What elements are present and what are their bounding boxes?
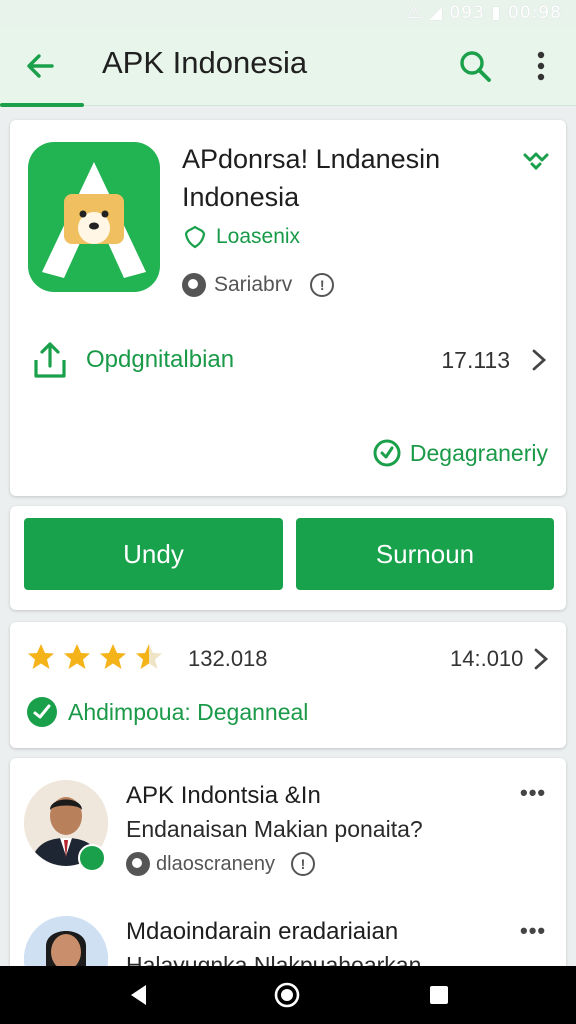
rating-card: 132.018 14:.010 Ahdimpoua: Deganneal xyxy=(10,622,566,748)
chevron-right-icon[interactable] xyxy=(528,345,550,375)
verified-icon xyxy=(78,844,106,872)
shield-check-icon xyxy=(373,439,401,467)
app-name-line2: Indonesia xyxy=(182,182,300,212)
rating-count: 132.018 xyxy=(188,646,268,671)
category-icon xyxy=(182,273,206,297)
nav-home-icon[interactable] xyxy=(272,980,302,1010)
category-row: Sariabrv ! xyxy=(182,270,335,300)
review-more-button[interactable]: ••• xyxy=(520,918,546,944)
star-half-icon xyxy=(136,644,162,669)
category-icon xyxy=(126,852,150,876)
upload-icon xyxy=(34,342,66,378)
page-title: APK Indonesia xyxy=(102,45,308,80)
nav-recent-icon[interactable] xyxy=(424,980,454,1010)
badge-icon xyxy=(184,225,206,249)
app-icon[interactable] xyxy=(28,142,160,292)
review-text: Endanaisan Makian ponaita? xyxy=(126,816,423,842)
app-header-card: APdonrsa! Lndanesin Indonesia Loasenix S… xyxy=(10,120,566,496)
developer-name: Loasenix xyxy=(216,225,301,248)
star-icon xyxy=(100,644,126,669)
status-icons: ⚠ ◢ 093 ▮ 00:98 xyxy=(406,3,562,23)
verified-badge-icon xyxy=(27,697,57,727)
search-icon[interactable] xyxy=(455,46,495,86)
app-bar: APK Indonesia xyxy=(0,26,576,107)
safety-label: Degagraneriy xyxy=(409,439,548,466)
safety-row[interactable]: Degagraneriy xyxy=(372,436,548,470)
app-name-line1: APdonrsa! Lndanesin xyxy=(182,144,441,174)
badge-label: Ahdimpoua: Deganneal xyxy=(68,698,309,725)
reviews-card: APK Indontsia &In Endanaisan Makian pona… xyxy=(10,758,566,1002)
system-nav-bar xyxy=(0,966,576,1024)
info-icon[interactable]: ! xyxy=(290,852,315,876)
app-name: APdonrsa! Lndanesin Indonesia xyxy=(182,140,502,216)
info-icon[interactable]: ! xyxy=(310,273,335,297)
status-bar: ⚠ ◢ 093 ▮ 00:98 xyxy=(0,0,576,26)
left-action-button[interactable]: Undy xyxy=(24,518,283,590)
editor-badge-row: Ahdimpoua: Deganneal xyxy=(26,696,308,728)
update-label: Opdgnitalbian xyxy=(86,346,235,373)
update-row[interactable]: Opdgnitalbian 17.113 xyxy=(28,338,550,382)
right-action-button[interactable]: Surnoun xyxy=(296,518,554,590)
update-count: 17.113 xyxy=(441,346,510,373)
heart-icon[interactable] xyxy=(520,146,552,174)
developer-row[interactable]: Loasenix xyxy=(182,222,300,252)
nav-back-icon[interactable] xyxy=(124,980,154,1010)
review-title: Mdaoindarain eradariaian xyxy=(126,918,399,945)
arrow-left-icon[interactable] xyxy=(20,46,60,86)
rating-secondary-value: 14:.010 xyxy=(450,646,524,671)
category-label: Sariabrv xyxy=(214,273,293,296)
star-icon xyxy=(28,644,54,669)
review-meta: dlaoscraneny ! xyxy=(126,852,315,876)
review-meta-label: dlaoscraneny xyxy=(156,852,275,875)
star-rating xyxy=(26,642,164,672)
actions-card: Undy Surnoun xyxy=(10,506,566,610)
tab-indicator xyxy=(0,103,84,107)
chevron-right-icon[interactable] xyxy=(530,644,552,674)
review-title: APK Indontsia &In xyxy=(126,782,321,809)
more-vert-icon[interactable] xyxy=(526,48,556,84)
app-logo-icon xyxy=(42,162,146,278)
star-icon xyxy=(64,644,90,669)
review-more-button[interactable]: ••• xyxy=(520,780,546,806)
